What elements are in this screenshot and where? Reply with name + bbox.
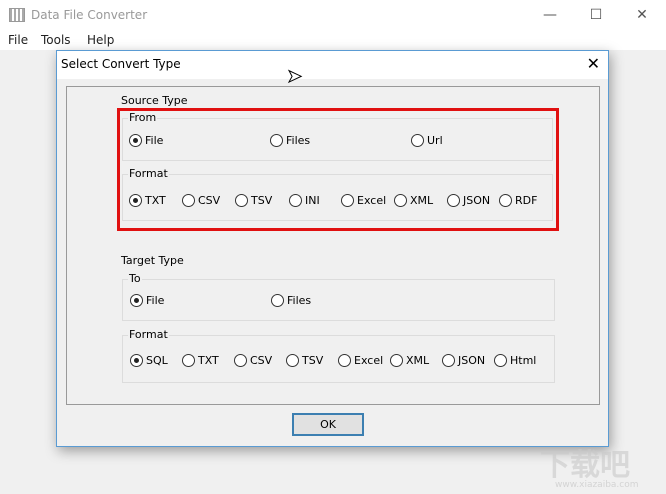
- radio-xml[interactable]: XML: [390, 354, 429, 367]
- radio-label: TXT: [198, 354, 219, 367]
- radio-label: Url: [427, 134, 443, 147]
- radio-label: File: [146, 294, 165, 307]
- menu-help[interactable]: Help: [87, 33, 114, 47]
- close-button[interactable]: ✕: [619, 0, 665, 30]
- radio-files[interactable]: Files: [270, 134, 310, 147]
- radio-label: INI: [305, 194, 320, 207]
- radio-tsv[interactable]: TSV: [235, 194, 272, 207]
- radio-label: Excel: [357, 194, 387, 207]
- radio-csv[interactable]: CSV: [234, 354, 272, 367]
- radio-label: CSV: [250, 354, 273, 367]
- target-type-label: Target Type: [121, 254, 184, 267]
- to-label: To: [128, 272, 142, 285]
- radio-url[interactable]: Url: [411, 134, 443, 147]
- radio-circle-icon: [442, 354, 455, 367]
- radio-txt[interactable]: TXT: [182, 354, 219, 367]
- radio-circle-icon: [341, 194, 354, 207]
- radio-rdf[interactable]: RDF: [499, 194, 537, 207]
- target-to-group: To: [122, 272, 555, 321]
- app-icon: [9, 8, 25, 22]
- radio-label: TSV: [302, 354, 324, 367]
- radio-sql[interactable]: SQL: [130, 354, 168, 367]
- radio-circle-icon: [499, 194, 512, 207]
- app-title: Data File Converter: [31, 8, 148, 22]
- radio-circle-icon: [338, 354, 351, 367]
- dialog-close-button[interactable]: ✕: [587, 54, 600, 73]
- menu-tools[interactable]: Tools: [41, 33, 71, 47]
- menu-file[interactable]: File: [8, 33, 28, 47]
- radio-label: XML: [410, 194, 434, 207]
- radio-circle-icon: [270, 134, 283, 147]
- radio-label: TSV: [251, 194, 273, 207]
- radio-label: Excel: [354, 354, 384, 367]
- radio-circle-icon: [289, 194, 302, 207]
- radio-circle-icon: [182, 354, 195, 367]
- radio-label: TXT: [145, 194, 166, 207]
- radio-circle-icon: [394, 194, 407, 207]
- radio-circle-icon: [235, 194, 248, 207]
- radio-file[interactable]: File: [129, 134, 163, 147]
- radio-label: Files: [286, 134, 311, 147]
- radio-txt[interactable]: TXT: [129, 194, 166, 207]
- radio-files[interactable]: Files: [271, 294, 311, 307]
- radio-circle-icon: [182, 194, 195, 207]
- radio-label: Files: [287, 294, 312, 307]
- radio-label: RDF: [515, 194, 538, 207]
- radio-circle-icon: [129, 194, 142, 207]
- radio-label: SQL: [146, 354, 168, 367]
- minimize-button[interactable]: —: [527, 0, 573, 30]
- target-format-label: Format: [128, 328, 169, 341]
- radio-html[interactable]: Html: [494, 354, 536, 367]
- watermark-url: www.xiazaiba.com: [555, 480, 639, 490]
- highlight-box: [117, 108, 559, 231]
- radio-tsv[interactable]: TSV: [286, 354, 323, 367]
- radio-circle-icon: [271, 294, 284, 307]
- radio-circle-icon: [129, 134, 142, 147]
- dialog-title-bar: Select Convert Type ✕: [57, 51, 608, 79]
- radio-circle-icon: [286, 354, 299, 367]
- radio-circle-icon: [447, 194, 460, 207]
- radio-excel[interactable]: Excel: [341, 194, 386, 207]
- radio-json[interactable]: JSON: [447, 194, 490, 207]
- menu-bar: File Tools Help: [0, 30, 666, 50]
- mouse-cursor-icon: ➤: [286, 66, 303, 88]
- dialog-title: Select Convert Type: [61, 57, 181, 71]
- radio-label: Html: [510, 354, 537, 367]
- radio-label: File: [145, 134, 164, 147]
- radio-circle-icon: [494, 354, 507, 367]
- radio-file[interactable]: File: [130, 294, 164, 307]
- maximize-button[interactable]: ☐: [573, 0, 619, 30]
- radio-label: XML: [406, 354, 430, 367]
- radio-circle-icon: [130, 354, 143, 367]
- radio-label: CSV: [198, 194, 221, 207]
- radio-circle-icon: [234, 354, 247, 367]
- radio-ini[interactable]: INI: [289, 194, 320, 207]
- radio-excel[interactable]: Excel: [338, 354, 383, 367]
- radio-circle-icon: [130, 294, 143, 307]
- radio-csv[interactable]: CSV: [182, 194, 220, 207]
- watermark-logo: 下载吧: [540, 448, 630, 483]
- radio-circle-icon: [390, 354, 403, 367]
- app-title-bar: Data File Converter — ☐ ✕: [0, 0, 666, 30]
- radio-label: JSON: [458, 354, 486, 367]
- source-type-label: Source Type: [121, 94, 188, 107]
- radio-xml[interactable]: XML: [394, 194, 433, 207]
- radio-circle-icon: [411, 134, 424, 147]
- radio-json[interactable]: JSON: [442, 354, 485, 367]
- radio-label: JSON: [463, 194, 491, 207]
- ok-button[interactable]: OK: [292, 413, 364, 436]
